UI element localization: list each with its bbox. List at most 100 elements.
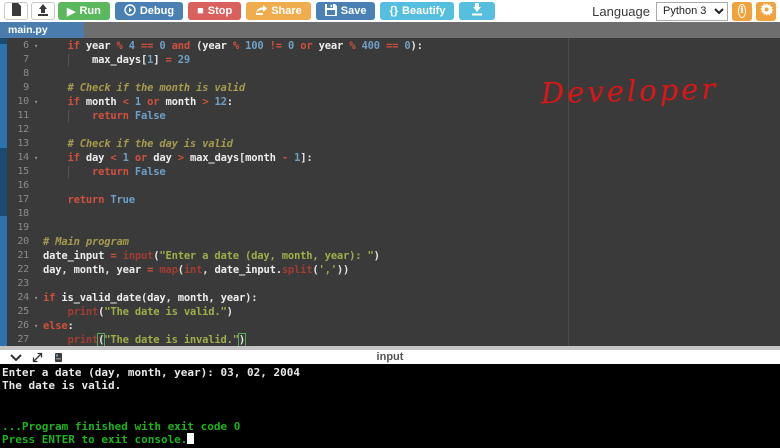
fold-gutter bbox=[29, 263, 43, 277]
code-line[interactable]: 19 bbox=[7, 221, 780, 235]
code-line[interactable]: 26 ▾ else: bbox=[7, 319, 780, 333]
line-number: 6 bbox=[23, 40, 29, 51]
code-text: if day < 1 or day > max_days[month - 1]: bbox=[67, 152, 313, 164]
language-select[interactable]: Python 3 bbox=[656, 1, 728, 21]
fold-gutter bbox=[29, 53, 43, 67]
console-line: Press ENTER to exit console. bbox=[2, 433, 780, 446]
upload-icon bbox=[37, 3, 49, 19]
code-line[interactable]: 24 ▾ if is_valid_date(day, month, year): bbox=[7, 291, 780, 305]
code-line[interactable]: 21 date_input = input("Enter a date (day,… bbox=[7, 249, 780, 263]
line-number: 14 bbox=[17, 152, 29, 163]
run-button[interactable]: ▶ Run bbox=[58, 2, 110, 20]
code-line[interactable]: 25 print("The date is valid.") bbox=[7, 305, 780, 319]
debug-icon bbox=[124, 3, 136, 19]
save-icon bbox=[324, 3, 337, 19]
tab-main-py[interactable]: main.py bbox=[0, 22, 84, 38]
fold-gutter bbox=[29, 305, 43, 319]
code-text: print("The date is invalid.") bbox=[67, 333, 247, 346]
code-editor[interactable]: 6 ▾ if year % 4 == 0 and (year % 100 != 0… bbox=[0, 38, 780, 346]
code-line[interactable]: 13 # Check if the day is valid bbox=[7, 137, 780, 151]
code-line[interactable]: 14 ▾ if day < 1 or day > max_days[month -… bbox=[7, 151, 780, 165]
line-number: 23 bbox=[17, 278, 29, 289]
stop-button[interactable]: ■ Stop bbox=[188, 2, 242, 20]
code-text: print("The date is valid.") bbox=[67, 306, 234, 318]
code-line[interactable]: 27 print("The date is invalid.") bbox=[7, 333, 780, 346]
fold-gutter bbox=[29, 179, 43, 193]
code-text: return False bbox=[43, 109, 166, 123]
code-line[interactable]: 6 ▾ if year % 4 == 0 and (year % 100 != 0… bbox=[7, 39, 780, 53]
line-number: 27 bbox=[17, 334, 29, 345]
fold-gutter bbox=[29, 137, 43, 151]
line-number: 22 bbox=[17, 264, 29, 275]
code-text: day, month, year = map(int, date_input.s… bbox=[43, 264, 350, 276]
code-line[interactable]: 12 bbox=[7, 123, 780, 137]
code-text: # Main program bbox=[43, 236, 129, 248]
line-number: 24 bbox=[17, 292, 29, 303]
code-text: return True bbox=[67, 194, 136, 206]
braces-icon: {} bbox=[389, 5, 399, 17]
line-number: 15 bbox=[17, 166, 29, 177]
line-number: 13 bbox=[17, 138, 29, 149]
fold-gutter bbox=[29, 123, 43, 137]
fold-marker-icon[interactable]: ▾ bbox=[29, 319, 43, 333]
line-number: 12 bbox=[17, 124, 29, 135]
code-line[interactable]: 17 return True bbox=[7, 193, 780, 207]
line-number: 26 bbox=[17, 320, 29, 331]
fold-gutter bbox=[29, 67, 43, 81]
code-line[interactable]: 11 return False bbox=[7, 109, 780, 123]
line-number: 7 bbox=[23, 54, 29, 65]
fold-gutter bbox=[29, 81, 43, 95]
code-text: max_days[1] = 29 bbox=[43, 53, 190, 67]
download-icon bbox=[471, 3, 483, 19]
code-text: else: bbox=[43, 320, 74, 332]
download-button[interactable] bbox=[459, 2, 496, 20]
fold-gutter bbox=[29, 235, 43, 249]
new-file-button[interactable] bbox=[4, 2, 28, 20]
code-text: # Check if the month is valid bbox=[67, 82, 246, 94]
code-line[interactable]: 23 bbox=[7, 277, 780, 291]
line-number: 18 bbox=[17, 208, 29, 219]
code-line[interactable]: 16 bbox=[7, 179, 780, 193]
upload-button[interactable] bbox=[31, 2, 55, 20]
line-number: 9 bbox=[23, 82, 29, 93]
code-text: if is_valid_date(day, month, year): bbox=[43, 292, 258, 304]
fold-marker-icon[interactable]: ▾ bbox=[29, 95, 43, 109]
fold-marker-icon[interactable]: ▾ bbox=[29, 39, 43, 53]
info-button[interactable]: i bbox=[732, 1, 752, 21]
code-line[interactable]: 7 max_days[1] = 29 bbox=[7, 53, 780, 67]
save-button[interactable]: Save bbox=[315, 2, 376, 20]
fold-marker-icon[interactable]: ▾ bbox=[29, 151, 43, 165]
code-text: return False bbox=[43, 165, 166, 179]
fold-gutter bbox=[29, 333, 43, 346]
fold-marker-icon[interactable]: ▾ bbox=[29, 291, 43, 305]
code-text: # Check if the day is valid bbox=[67, 138, 233, 150]
language-label: Language bbox=[592, 3, 650, 19]
file-icon bbox=[11, 3, 22, 19]
code-line[interactable]: 18 bbox=[7, 207, 780, 221]
console-line: The date is valid. bbox=[2, 379, 122, 393]
console-toolbar: input bbox=[0, 346, 780, 364]
terminal-cursor bbox=[187, 433, 195, 445]
beautify-button[interactable]: {} Beautify bbox=[380, 2, 455, 20]
scroll-thumb[interactable] bbox=[0, 38, 7, 44]
code-line[interactable]: 20 # Main program bbox=[7, 235, 780, 249]
stop-icon: ■ bbox=[197, 5, 204, 17]
settings-button[interactable] bbox=[756, 1, 776, 21]
console-output[interactable]: Enter a date (day, month, year): 03, 02,… bbox=[0, 364, 780, 448]
share-button[interactable]: Share bbox=[246, 2, 311, 20]
debug-button[interactable]: Debug bbox=[114, 2, 184, 20]
share-icon bbox=[255, 4, 268, 19]
code-text: if month < 1 or month > 12: bbox=[67, 96, 234, 108]
indent-guide bbox=[68, 166, 70, 178]
line-number: 16 bbox=[17, 180, 29, 191]
scroll-thumb[interactable] bbox=[0, 148, 7, 216]
fold-gutter bbox=[29, 249, 43, 263]
fold-gutter bbox=[29, 277, 43, 291]
tab-bar: main.py bbox=[0, 22, 780, 38]
console-line: Enter a date (day, month, year): 03, 02,… bbox=[2, 366, 301, 379]
code-line[interactable]: 15 return False bbox=[7, 165, 780, 179]
code-line[interactable]: 22 day, month, year = map(int, date_input… bbox=[7, 263, 780, 277]
fold-gutter bbox=[29, 109, 43, 123]
info-icon: i bbox=[738, 4, 746, 18]
